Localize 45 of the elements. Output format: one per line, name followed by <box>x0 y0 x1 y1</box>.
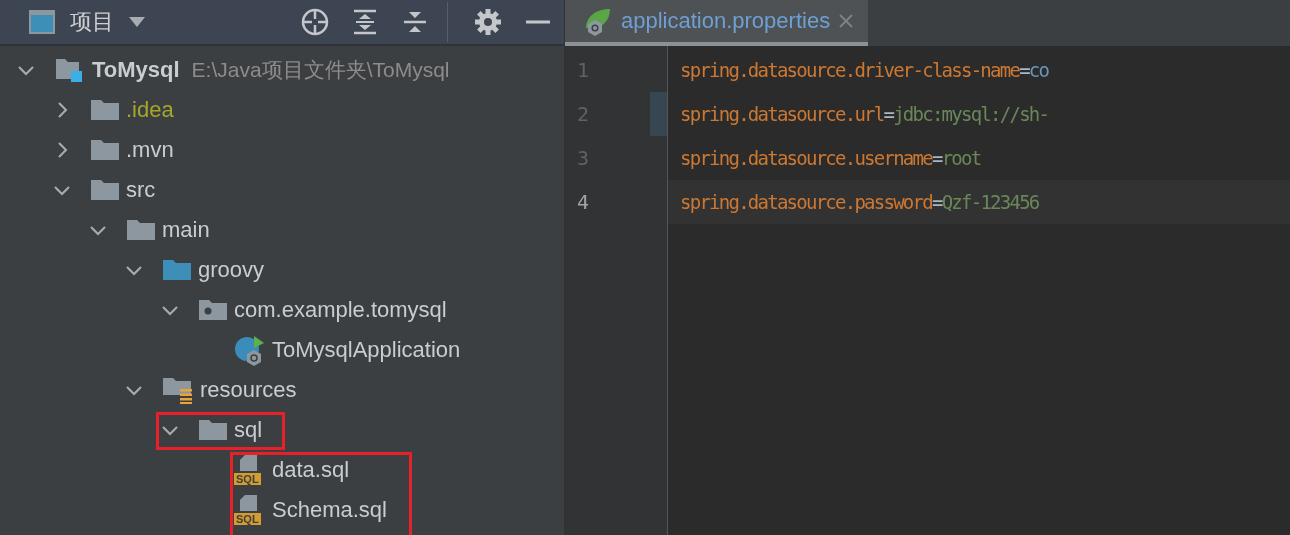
resource-folder-icon <box>162 376 194 404</box>
file-type-label: SQL <box>234 473 261 485</box>
tree-item[interactable]: sql <box>234 417 263 443</box>
line-number: 4 <box>577 190 590 214</box>
spring-class-icon <box>234 334 266 366</box>
equals-sign: = <box>883 103 894 125</box>
folder-icon <box>198 418 228 442</box>
equals-sign: = <box>1019 59 1029 81</box>
property-value: jdbc:mysql://sh- <box>893 103 1049 125</box>
panel-title[interactable]: 项目 <box>70 7 114 37</box>
target-icon[interactable] <box>301 8 329 36</box>
settings-icon[interactable] <box>474 8 502 36</box>
tree-item[interactable]: Schema.sql <box>272 497 387 523</box>
file-type-label: SQL <box>234 513 261 525</box>
tree-item[interactable]: ToMysqlApplication <box>272 337 461 363</box>
folder-icon <box>162 258 192 282</box>
project-path: E:\Java项目文件夹\ToMysql <box>191 57 450 83</box>
tree-item[interactable]: .idea <box>126 97 174 123</box>
folder-icon <box>90 138 120 162</box>
tree-item[interactable]: resources <box>200 377 297 403</box>
property-key: spring.datasource.username <box>680 147 932 169</box>
spring-leaf-icon <box>583 6 613 36</box>
file-icon <box>240 455 258 471</box>
tree-item[interactable]: main <box>162 217 210 243</box>
window-icon <box>28 9 56 35</box>
tree-item[interactable]: src <box>126 177 156 203</box>
folder-icon <box>90 178 120 202</box>
tree-item[interactable]: com.example.tomysql <box>234 297 447 323</box>
folder-icon <box>126 218 156 242</box>
package-folder-icon <box>198 298 228 322</box>
tree-item[interactable]: groovy <box>198 257 265 283</box>
property-value: Qzf-123456 <box>941 191 1039 213</box>
folder-icon <box>90 98 120 122</box>
property-key: spring.datasource.url <box>680 103 884 125</box>
property-key: spring.datasource.password <box>680 191 932 213</box>
equals-sign: = <box>931 147 942 169</box>
equals-sign: = <box>931 191 942 213</box>
expand-all-icon[interactable] <box>351 8 379 36</box>
tree-item[interactable]: .mvn <box>126 137 174 163</box>
dropdown-caret-icon[interactable] <box>128 16 146 28</box>
property-key: spring.datasource.driver-class-name <box>680 59 1020 81</box>
tree-item[interactable]: data.sql <box>272 457 350 483</box>
tree-item[interactable]: ToMysql <box>92 57 180 83</box>
property-value: co <box>1028 59 1049 81</box>
file-icon <box>240 495 258 511</box>
